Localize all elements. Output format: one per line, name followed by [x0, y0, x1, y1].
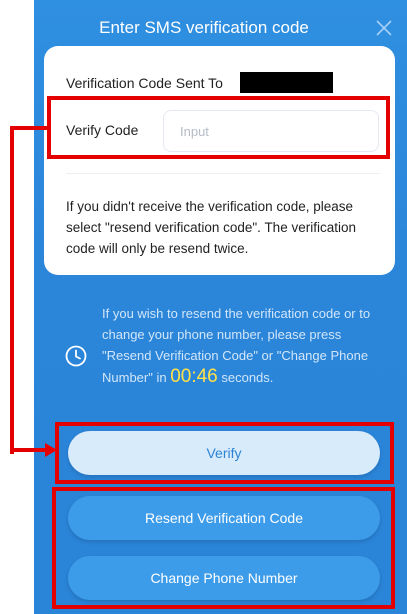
- annotation-box-bottom-buttons: [52, 487, 395, 609]
- annotation-connector-bottom: [10, 448, 48, 452]
- screen: Enter SMS verification code Verification…: [0, 0, 407, 614]
- annotation-arrowhead: [45, 443, 57, 457]
- resend-hint-text: If you wish to resend the verification c…: [102, 303, 385, 388]
- dialog-title: Enter SMS verification code: [99, 18, 309, 37]
- sent-to-label: Verification Code Sent To: [66, 75, 223, 91]
- annotation-connector-top: [10, 126, 48, 130]
- annotation-box-verify-button: [55, 422, 394, 484]
- close-icon[interactable]: [373, 17, 395, 39]
- redacted-phone-number: [240, 72, 333, 93]
- resend-info-text: If you didn't receive the verification c…: [66, 199, 356, 256]
- countdown-timer: 00:46: [170, 366, 218, 387]
- card-divider: [66, 173, 380, 174]
- clock-icon: [65, 345, 87, 367]
- annotation-connector-vertical: [10, 126, 14, 454]
- resend-hint-after: seconds.: [217, 370, 274, 385]
- annotation-box-verify-code: [47, 96, 390, 159]
